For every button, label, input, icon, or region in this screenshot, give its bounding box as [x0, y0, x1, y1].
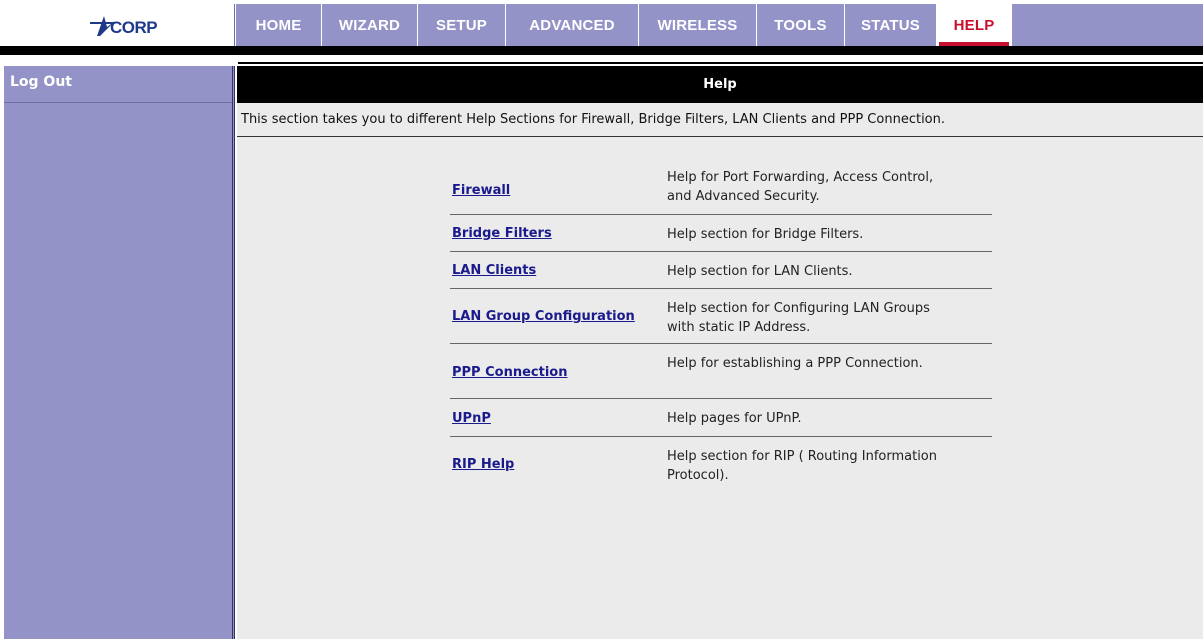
- help-link-bridge-filters[interactable]: Bridge Filters: [452, 226, 552, 241]
- help-link-lan-group-configuration[interactable]: LAN Group Configuration: [452, 309, 635, 324]
- help-link-upnp[interactable]: UPnP: [452, 411, 491, 426]
- help-description: Help section for LAN Clients.: [667, 264, 853, 279]
- svg-text:CORP: CORP: [110, 18, 157, 37]
- tab-wizard[interactable]: WIZARD: [322, 4, 418, 46]
- help-description: Help for establishing a PPP Connection.: [667, 356, 923, 371]
- tab-home[interactable]: HOME: [236, 4, 322, 46]
- help-link-lan-clients[interactable]: LAN Clients: [452, 263, 536, 278]
- tab-advanced[interactable]: ADVANCED: [506, 4, 639, 46]
- sidebar: Log Out: [4, 66, 235, 639]
- page-title: Help: [237, 66, 1203, 103]
- list-item: RIP Help Help section for RIP ( Routing …: [450, 437, 992, 493]
- list-item: Bridge Filters Help section for Bridge F…: [450, 215, 992, 252]
- tab-status[interactable]: STATUS: [845, 4, 937, 46]
- list-item: PPP Connection Help for establishing a P…: [450, 344, 992, 399]
- list-item: LAN Clients Help section for LAN Clients…: [450, 252, 992, 289]
- help-description: Help section for RIP ( Routing Informati…: [667, 449, 937, 483]
- help-description: Help section for Configuring LAN Groups …: [667, 301, 930, 335]
- sidebar-item-logout: Log Out: [4, 66, 232, 103]
- tab-wireless[interactable]: WIRELESS: [639, 4, 757, 46]
- main-navigation: HOME WIZARD SETUP ADVANCED WIRELESS TOOL…: [236, 4, 1203, 46]
- tab-help[interactable]: HELP: [937, 4, 1012, 46]
- help-description: Help for Port Forwarding, Access Control…: [667, 170, 934, 204]
- tab-setup[interactable]: SETUP: [418, 4, 506, 46]
- list-item: UPnP Help pages for UPnP.: [450, 399, 992, 437]
- tab-tools[interactable]: TOOLS: [757, 4, 845, 46]
- top-bar: CORP HOME WIZARD SETUP ADVANCED WIRELESS…: [0, 0, 1203, 46]
- help-link-rip-help[interactable]: RIP Help: [452, 457, 514, 472]
- help-link-firewall[interactable]: Firewall: [452, 183, 510, 198]
- acorp-logo-icon: CORP: [90, 16, 158, 37]
- top-divider: [0, 46, 1203, 55]
- help-link-ppp-connection[interactable]: PPP Connection: [452, 365, 567, 380]
- main-content: Help This section takes you to different…: [237, 66, 1203, 639]
- logout-link[interactable]: Log Out: [4, 66, 232, 90]
- help-description: Help section for Bridge Filters.: [667, 227, 864, 242]
- list-item: Firewall Help for Port Forwarding, Acces…: [450, 166, 992, 215]
- brand-logo[interactable]: CORP: [4, 4, 235, 46]
- content-top-rule: [238, 62, 1203, 64]
- intro-text: This section takes you to different Help…: [237, 103, 1203, 137]
- help-links-table: Firewall Help for Port Forwarding, Acces…: [450, 166, 992, 493]
- list-item: LAN Group Configuration Help section for…: [450, 289, 992, 344]
- help-description: Help pages for UPnP.: [667, 411, 802, 426]
